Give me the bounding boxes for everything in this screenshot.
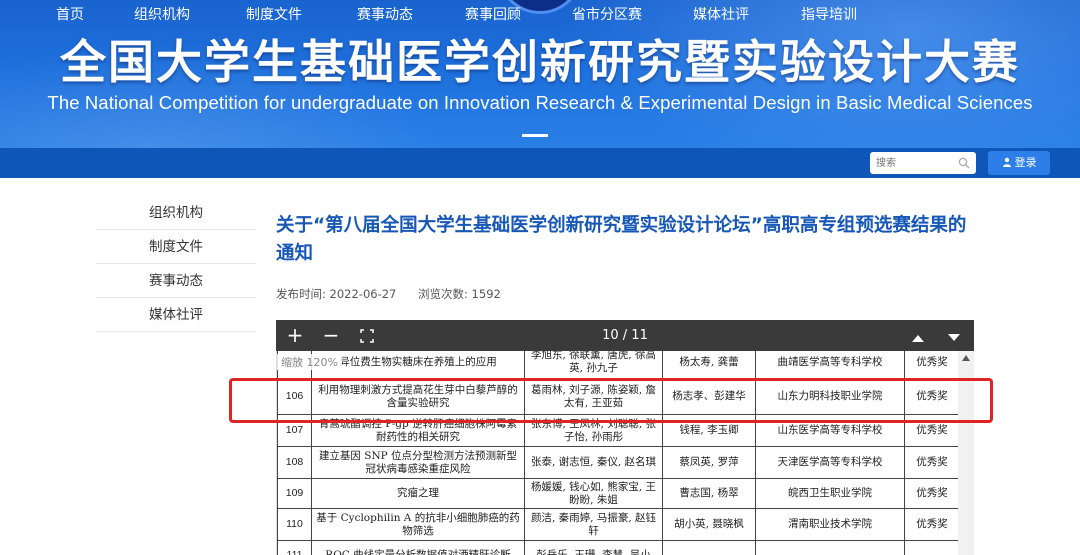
prev-page-button[interactable] <box>906 320 930 351</box>
table-row: 108 建立基因 SNP 位点分型检测方法预测新型冠状病毒感染重症风险 张泰, … <box>277 446 960 479</box>
table-row: 109 究瘤之理 杨媛媛, 钱心如, 熊家宝, 王盼盼, 朱姐 曹志国, 杨翠 … <box>277 478 960 509</box>
cell-school: 渭南职业技术学院 <box>755 508 905 541</box>
sidebar-item-regulations[interactable]: 制度文件 <box>96 230 256 264</box>
cell-number: 109 <box>277 478 312 509</box>
scroll-up-icon[interactable] <box>962 355 970 361</box>
cell-title: 究瘤之理 <box>311 478 525 509</box>
sidebar-item-media[interactable]: 媒体社评 <box>96 298 256 332</box>
pdf-toolbar: + − 10 / 11 <box>276 320 974 351</box>
cell-students: 彭岳乐, 王珊, 李慧, 吴小 <box>524 540 663 555</box>
triangle-down-icon <box>948 334 960 341</box>
cell-number: 108 <box>277 446 312 479</box>
next-page-button[interactable] <box>942 320 966 351</box>
nav-item-news[interactable]: 赛事动态 <box>357 0 413 30</box>
nav-item-organization[interactable]: 组织机构 <box>134 0 190 30</box>
cell-school: 天津医学高等专科学校 <box>755 446 905 479</box>
login-button[interactable]: 登录 <box>988 151 1050 175</box>
search-icon[interactable] <box>958 157 970 169</box>
page-indicator: 10 / 11 <box>602 328 648 343</box>
cell-title: ROC 曲线定量分析数据值对酒精肝诊断 <box>311 540 525 555</box>
sidebar-item-news[interactable]: 赛事动态 <box>96 264 256 298</box>
cell-title: 建立基因 SNP 位点分型检测方法预测新型冠状病毒感染重症风险 <box>311 446 525 479</box>
nav-item-review[interactable]: 赛事回顾 <box>465 0 521 30</box>
cell-teachers <box>662 540 756 555</box>
cell-school <box>755 540 905 555</box>
cell-award: 优秀奖 <box>904 478 960 509</box>
cell-number: 110 <box>277 508 312 541</box>
fit-screen-button[interactable] <box>354 320 380 351</box>
cell-title: 基于 Cyclophilin A 的抗非小细胞肺癌的药物筛选 <box>311 508 525 541</box>
login-label: 登录 <box>1014 156 1037 169</box>
table-row: 110 基于 Cyclophilin A 的抗非小细胞肺癌的药物筛选 颜洁, 秦… <box>277 508 960 541</box>
table-row: 105 异位费生物实糖床在养殖上的应用 李旭东, 徐联薰, 唐虎, 徐高英, 孙… <box>277 351 960 379</box>
article-title: 关于“第八届全国大学生基础医学创新研究暨实验设计论坛”高职高专组预选赛结果的通知 <box>276 215 967 264</box>
zoom-level: 缩放 120% <box>277 354 342 370</box>
cell-school: 皖西卫生职业学院 <box>755 478 905 509</box>
cell-students: 张泰, 谢志恒, 秦仪, 赵名琪 <box>524 446 663 479</box>
nav-item-home[interactable]: 首页 <box>56 0 84 30</box>
cell-students: 颜洁, 秦雨婷, 马振豪, 赵钰轩 <box>524 508 663 541</box>
cell-students: 杨媛媛, 钱心如, 熊家宝, 王盼盼, 朱姐 <box>524 478 663 509</box>
site-title: 全国大学生基础医学创新研究暨实验设计大赛 <box>60 35 1020 89</box>
table-row: 111 ROC 曲线定量分析数据值对酒精肝诊断 彭岳乐, 王珊, 李慧, 吴小 <box>277 540 960 555</box>
triangle-up-icon <box>912 335 924 342</box>
publish-time: 发布时间: 2022-06-27 <box>276 287 397 301</box>
nav-item-media[interactable]: 媒体社评 <box>693 0 749 30</box>
cell-teachers: 曹志国, 杨翠 <box>662 478 756 509</box>
nav-item-regional[interactable]: 省市分区赛 <box>572 0 642 30</box>
highlight-annotation <box>229 378 993 423</box>
search-box <box>870 152 976 174</box>
nav-item-training[interactable]: 指导培训 <box>801 0 857 30</box>
nav-item-regulations[interactable]: 制度文件 <box>246 0 302 30</box>
cell-title: 异位费生物实糖床在养殖上的应用 <box>311 351 525 379</box>
cell-number: 111 <box>277 540 312 555</box>
cell-award: 优秀奖 <box>904 446 960 479</box>
cell-school: 曲靖医学高等专科学校 <box>755 351 905 379</box>
cell-teachers: 蔡凤英, 罗萍 <box>662 446 756 479</box>
cell-award <box>904 540 960 555</box>
cell-award: 优秀奖 <box>904 508 960 541</box>
cell-teachers: 胡小英, 聂晓枫 <box>662 508 756 541</box>
site-subtitle: The National Competition for undergradua… <box>47 92 1033 113</box>
view-count: 浏览次数: 1592 <box>418 287 501 301</box>
article-meta: 发布时间: 2022-06-27 浏览次数: 1592 <box>276 286 519 302</box>
user-icon <box>1002 157 1011 167</box>
cell-students: 李旭东, 徐联薰, 唐虎, 徐高英, 孙九子 <box>524 351 663 379</box>
zoom-out-button[interactable]: − <box>318 320 344 351</box>
cell-teachers: 杨太寿, 龚蕾 <box>662 351 756 379</box>
banner-divider <box>522 134 548 137</box>
zoom-in-button[interactable]: + <box>282 320 308 351</box>
search-input[interactable] <box>876 154 952 172</box>
sidebar-item-organization[interactable]: 组织机构 <box>96 196 256 230</box>
cell-award: 优秀奖 <box>904 351 960 379</box>
fit-screen-icon <box>360 329 374 343</box>
